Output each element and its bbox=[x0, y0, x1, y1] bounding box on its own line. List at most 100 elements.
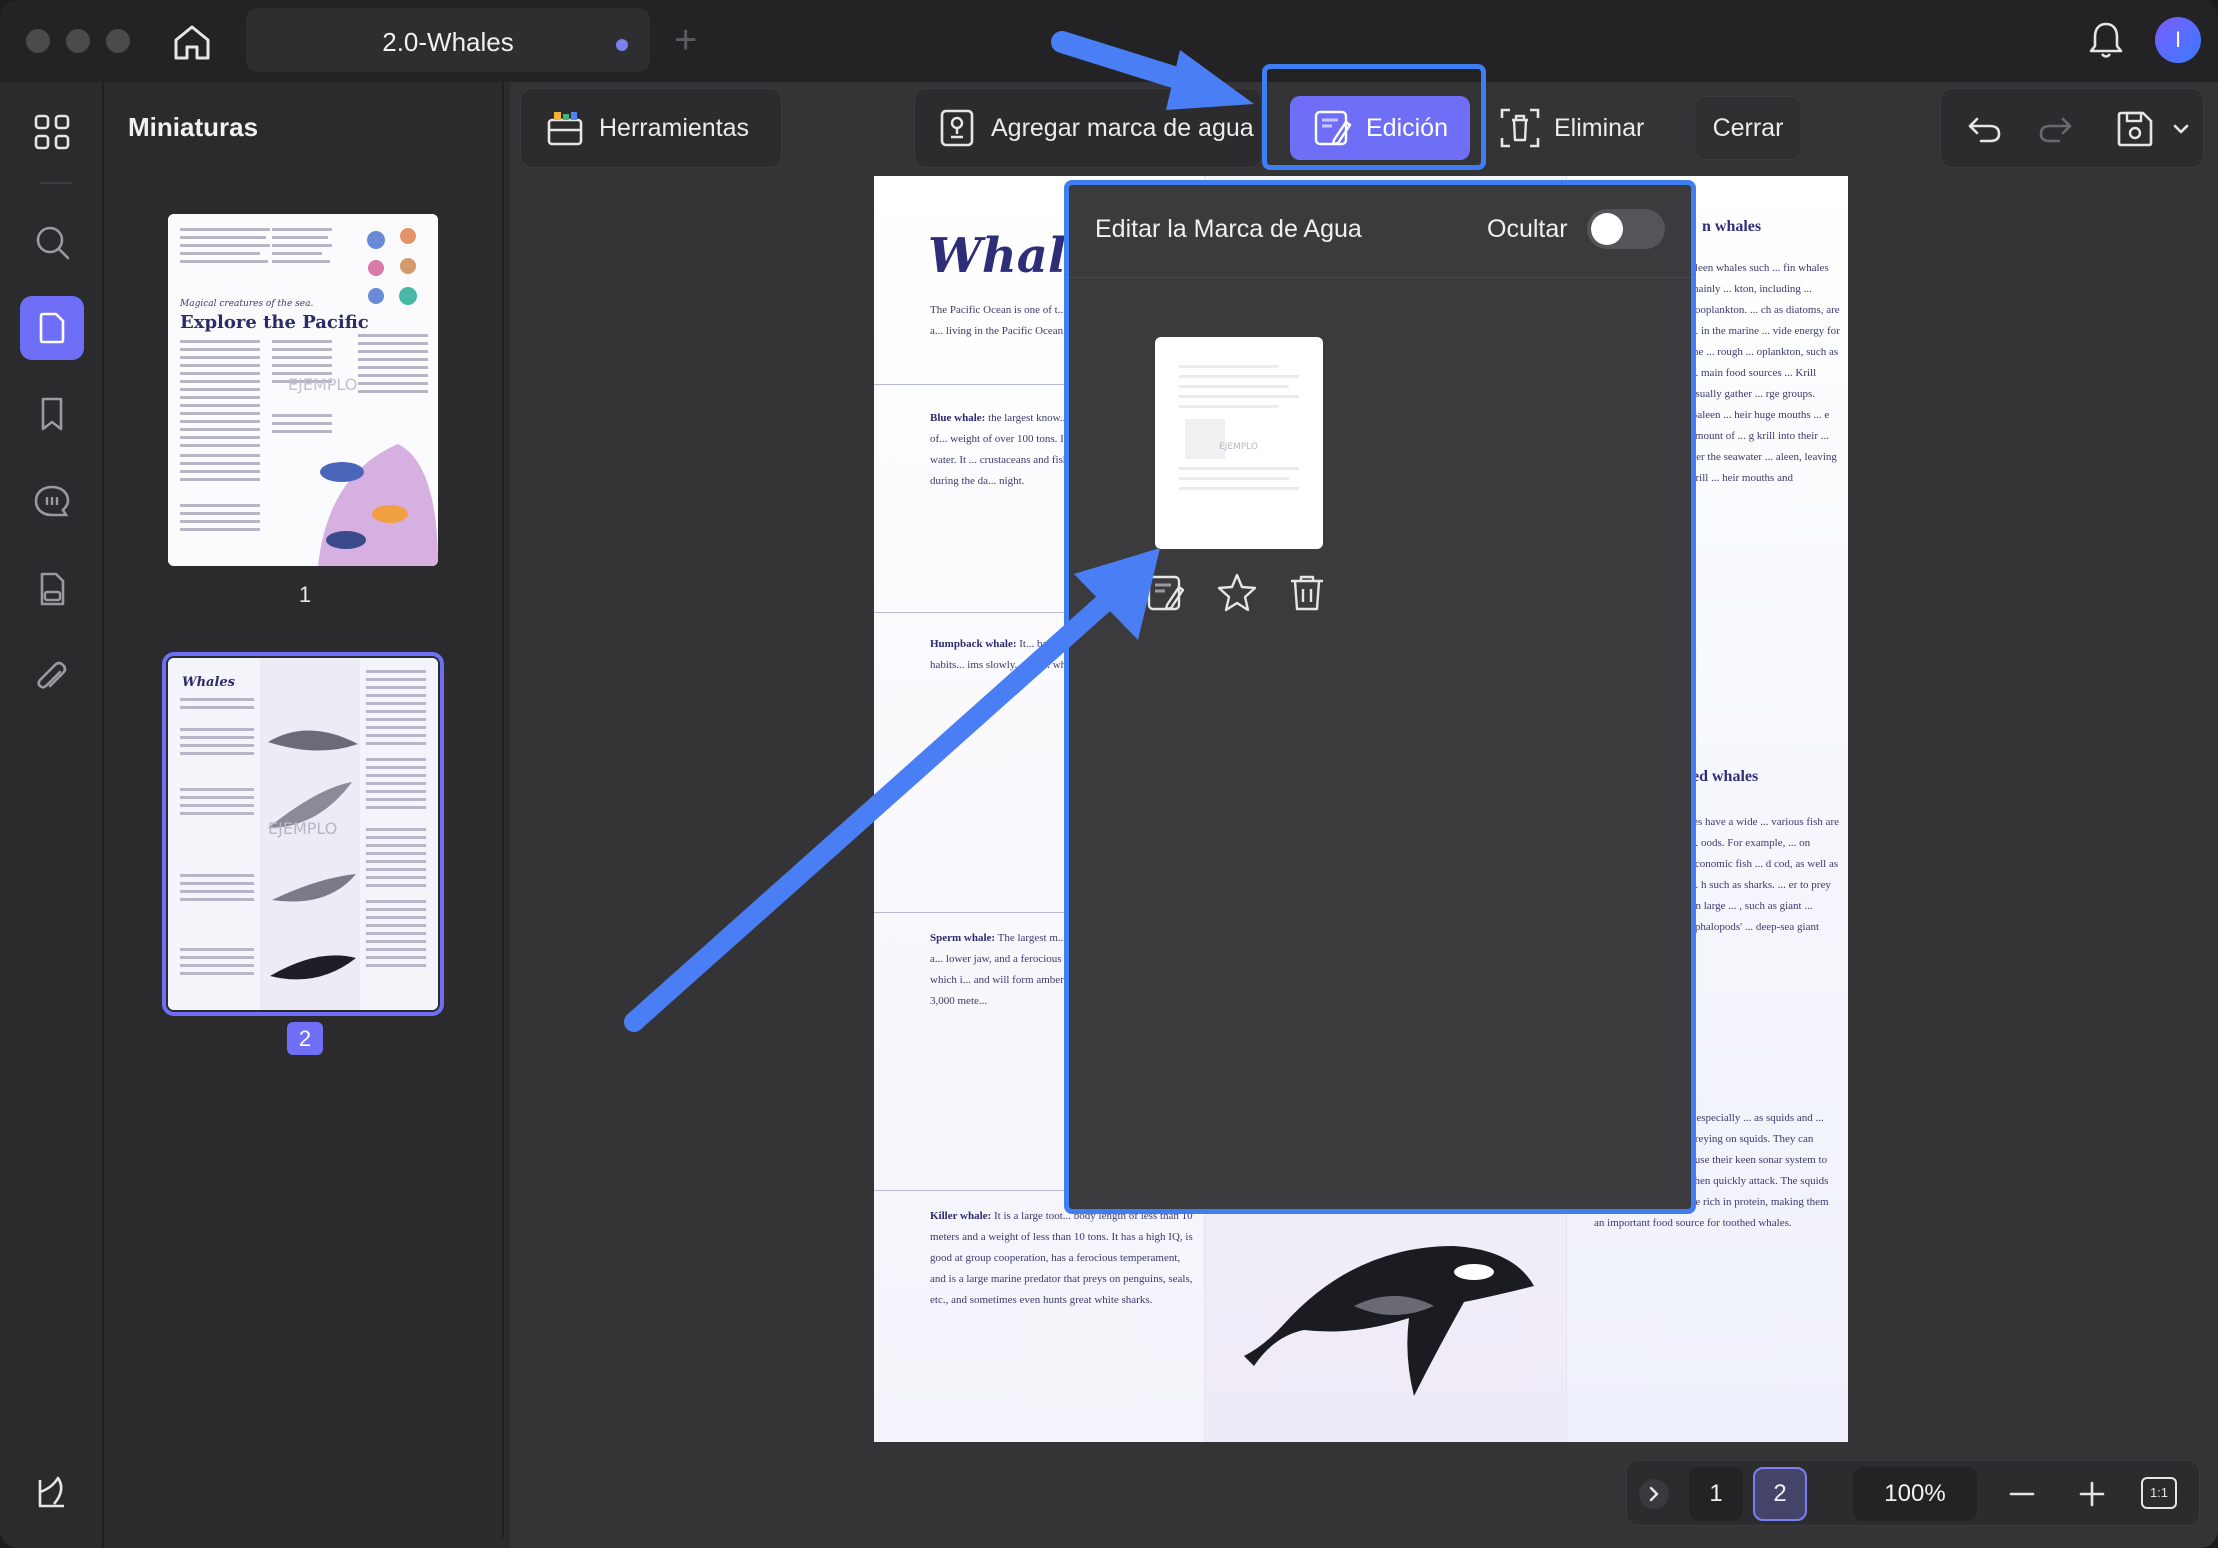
save-options-button[interactable] bbox=[2169, 117, 2193, 141]
paperclip-icon bbox=[37, 661, 67, 689]
new-tab-button[interactable]: + bbox=[674, 14, 697, 66]
zoom-window-button[interactable] bbox=[106, 29, 130, 53]
undo-icon bbox=[1968, 117, 2001, 143]
edit-template-button[interactable] bbox=[1143, 569, 1191, 617]
favorite-template-button[interactable] bbox=[1213, 569, 1261, 617]
sperm-whale-heading: Sperm whale: bbox=[930, 932, 996, 944]
popover-title: Editar la Marca de Agua bbox=[1095, 215, 1362, 243]
home-icon bbox=[174, 25, 210, 60]
popover-divider bbox=[1069, 277, 1691, 278]
tools-label: Herramientas bbox=[599, 113, 750, 142]
thumb2-title: Whales bbox=[182, 675, 236, 690]
edit-template-icon bbox=[1147, 575, 1185, 611]
delete-watermark-button[interactable]: Eliminar bbox=[1484, 88, 1684, 168]
plus-icon bbox=[2079, 1481, 2105, 1507]
thumb1-title: Explore the Pacific bbox=[180, 312, 369, 333]
thumbnails-panel: Miniaturas Magical creatures of the sea.… bbox=[106, 82, 504, 1538]
zoom-out-button[interactable] bbox=[2003, 1475, 2041, 1513]
trash-icon bbox=[1291, 575, 1323, 611]
edit-highlight-annotation bbox=[1262, 64, 1486, 170]
comment-icon bbox=[34, 485, 70, 517]
chevron-down-icon bbox=[2173, 124, 2189, 134]
page-icon bbox=[39, 312, 65, 344]
panel-title: Miniaturas bbox=[128, 112, 259, 142]
toothed-text: les have a wide ... various fish are ...… bbox=[1690, 816, 1840, 933]
forms-button[interactable] bbox=[24, 562, 80, 618]
page-thumbnail-1[interactable]: Magical creatures of the sea. Explore th… bbox=[168, 214, 438, 566]
thumb-label-2-text: 2 bbox=[286, 1022, 324, 1055]
thumb-label-2: 2 bbox=[106, 1022, 504, 1055]
page-thumbnail-2[interactable]: Whales EJEMPLO bbox=[162, 652, 444, 1016]
title-bar: 2.0-Whales + I bbox=[0, 0, 2218, 82]
baleen-heading: n whales bbox=[1702, 218, 1762, 235]
delete-template-button[interactable] bbox=[1283, 569, 1331, 617]
undo-button[interactable] bbox=[1963, 107, 2007, 151]
redo-icon bbox=[2039, 117, 2072, 143]
save-button[interactable] bbox=[2113, 107, 2157, 151]
thumb1-subtitle: Magical creatures of the sea. bbox=[179, 299, 313, 309]
zoom-in-button[interactable] bbox=[2073, 1475, 2111, 1513]
zoom-level[interactable]: 100% bbox=[1853, 1467, 1977, 1521]
layers-icon bbox=[38, 1476, 64, 1508]
killer-whale-body: It is a large toot... body length of les… bbox=[930, 1210, 1193, 1306]
blue-whale-heading: Blue whale: bbox=[930, 412, 986, 424]
attachments-button[interactable] bbox=[24, 650, 80, 706]
grid-icon bbox=[34, 114, 70, 150]
search-button[interactable] bbox=[24, 214, 80, 270]
killer-whale-text: Killer whale: It is a large toot... body… bbox=[930, 1206, 1198, 1311]
expand-nav-button[interactable] bbox=[1639, 1479, 1669, 1509]
hide-label: Ocultar bbox=[1487, 215, 1568, 243]
app-window: 2.0-Whales + I Miniaturas Magical creatu… bbox=[0, 0, 2218, 1548]
left-rail bbox=[0, 82, 104, 1548]
star-icon bbox=[1217, 573, 1257, 612]
thumb-label-1: 1 bbox=[298, 582, 312, 607]
minus-icon bbox=[2009, 1492, 2035, 1496]
home-button[interactable] bbox=[168, 18, 216, 66]
page-1-preview: Magical creatures of the sea. Explore th… bbox=[168, 214, 438, 566]
humpback-heading: Humpback whale: bbox=[930, 638, 1017, 650]
bookmarks-button[interactable] bbox=[24, 386, 80, 442]
watermark-sample-text: EJEMPLO bbox=[1219, 442, 1258, 452]
delete-watermark-icon bbox=[1500, 108, 1540, 148]
close-watermark-button[interactable]: Cerrar bbox=[1694, 96, 1802, 160]
add-watermark-button[interactable]: Agregar marca de agua bbox=[914, 88, 1262, 168]
redo-button[interactable] bbox=[2033, 107, 2077, 151]
close-label: Cerrar bbox=[1712, 113, 1784, 142]
add-watermark-label: Agregar marca de agua bbox=[991, 113, 1254, 142]
notifications-button[interactable] bbox=[2084, 18, 2128, 62]
watermark-preview-card[interactable]: EJEMPLO bbox=[1155, 337, 1323, 549]
page-1-button[interactable]: 1 bbox=[1689, 1467, 1743, 1521]
toolbox-icon bbox=[547, 112, 583, 146]
chevron-right-icon bbox=[1649, 1486, 1659, 1502]
page-2-preview: Whales EJEMPLO bbox=[168, 658, 438, 1010]
app-menu-button[interactable] bbox=[24, 1464, 80, 1520]
thumbnails-button[interactable] bbox=[20, 296, 84, 360]
page-2-button[interactable]: 2 bbox=[1753, 1467, 1807, 1521]
thumb2-watermark: EJEMPLO bbox=[268, 819, 337, 838]
unsaved-indicator bbox=[616, 39, 628, 51]
grid-view-button[interactable] bbox=[24, 104, 80, 160]
rail-divider bbox=[40, 182, 72, 184]
close-window-button[interactable] bbox=[26, 29, 50, 53]
actual-size-button[interactable]: 1:1 bbox=[2141, 1477, 2177, 1509]
search-icon bbox=[36, 226, 70, 260]
minimize-window-button[interactable] bbox=[66, 29, 90, 53]
killer-whale-heading: Killer whale: bbox=[930, 1210, 992, 1222]
save-icon bbox=[2117, 111, 2153, 147]
bell-icon bbox=[2089, 22, 2123, 58]
tools-button[interactable]: Herramientas bbox=[520, 88, 782, 168]
watermark-icon bbox=[940, 109, 974, 147]
toggle-knob bbox=[1591, 213, 1623, 245]
document-icon bbox=[40, 572, 65, 606]
killer-whale-illustration bbox=[1244, 1246, 1534, 1396]
bookmark-icon bbox=[41, 397, 63, 431]
comments-button[interactable] bbox=[24, 474, 80, 530]
page-navigation-bar: 1 2 100% 1:1 bbox=[1626, 1460, 2200, 1526]
edit-watermark-popover: Editar la Marca de Agua Ocultar EJEMPLO bbox=[1064, 180, 1696, 1214]
hide-toggle[interactable] bbox=[1587, 209, 1665, 249]
user-avatar[interactable]: I bbox=[2155, 17, 2201, 63]
tab-title: 2.0-Whales bbox=[382, 27, 514, 57]
document-tab[interactable]: 2.0-Whales bbox=[246, 8, 650, 72]
thumb1-watermark: EJEMPLO bbox=[288, 375, 357, 394]
watermark-preview: EJEMPLO bbox=[1179, 365, 1299, 490]
